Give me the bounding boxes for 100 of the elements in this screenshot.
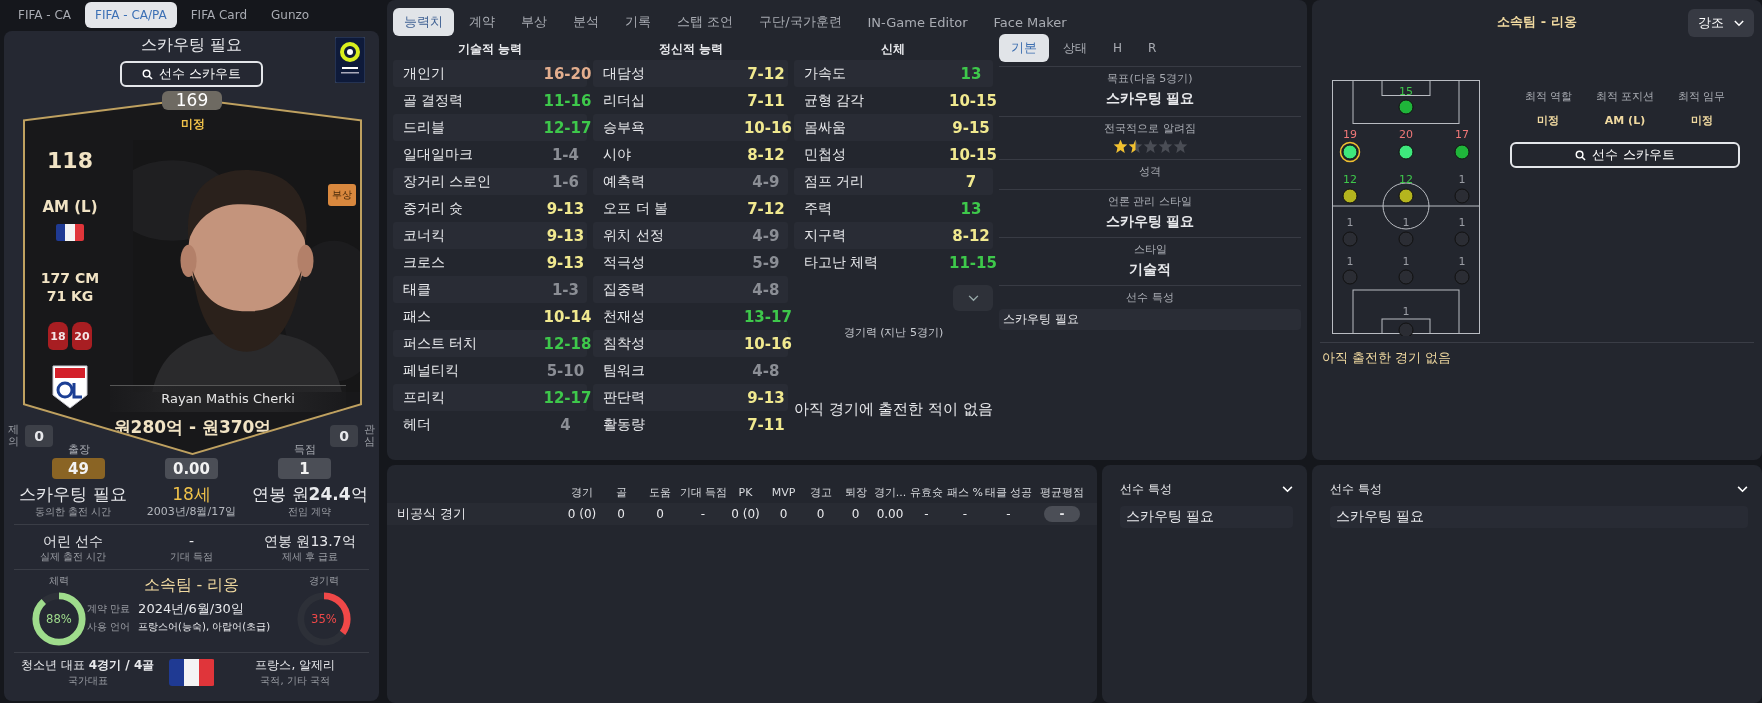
offers-count: 0 — [25, 425, 53, 448]
position-rating: 1 — [1402, 305, 1410, 318]
player-name: Rayan Mathis Cherki — [110, 385, 346, 412]
trait-item: 스카우팅 필요 — [1330, 506, 1748, 528]
france-flag-icon — [56, 224, 84, 241]
best-label: 최적 역할 — [1524, 89, 1573, 105]
ability-note: 미정 — [179, 116, 206, 133]
info-value: 어린 선수 — [42, 532, 104, 550]
column-header: MVP — [770, 485, 797, 499]
position-dot[interactable] — [1398, 231, 1414, 247]
position-dot[interactable] — [1454, 144, 1470, 160]
column-header: 기대 득점 — [680, 484, 726, 500]
position-rating: 1 — [1458, 216, 1466, 229]
attribute-name: 크로스 — [403, 253, 445, 272]
position-dot[interactable] — [1398, 144, 1414, 160]
attribute-value: 7 — [964, 172, 978, 191]
attribute-name: 균형 감각 — [803, 91, 865, 110]
view-tab[interactable]: FIFA - CA — [8, 2, 81, 28]
chevron-icon — [1734, 19, 1744, 27]
section-tab[interactable]: 스탭 조언 — [666, 8, 745, 36]
attribute-value: 8-12 — [746, 145, 786, 164]
detail-tab[interactable]: 상태 — [1051, 34, 1099, 62]
youth-caps: 청소년 대표 4경기 / 4골 — [21, 657, 155, 674]
position-rating: 1 — [1346, 216, 1354, 229]
attribute-name: 페널티킥 — [403, 361, 459, 380]
table-cell-text: 0 (0) — [566, 507, 598, 521]
expand-button[interactable] — [953, 285, 993, 311]
section-tab[interactable]: 능력치 — [393, 8, 454, 36]
column-header: 경기 — [570, 484, 594, 500]
column-header: 유효슛 — [909, 484, 944, 500]
attribute-value: 9-13 — [545, 253, 586, 272]
france-flag-icon — [168, 659, 215, 686]
attribute-name: 프리킥 — [403, 388, 445, 407]
column-header: PK — [737, 485, 754, 499]
position-dot[interactable] — [1398, 99, 1414, 115]
section-tab[interactable]: 계약 — [458, 8, 506, 36]
contract-date: 2024년/6월/30일 — [138, 600, 245, 618]
attribute-name: 태클 — [403, 280, 431, 299]
highlight-dropdown[interactable]: 강조 — [1688, 9, 1754, 37]
position-rating: 20 — [1399, 128, 1413, 141]
chevron-icon[interactable] — [1282, 486, 1293, 493]
scout-button[interactable]: 선수 스카우트 — [1510, 142, 1740, 168]
section-tab[interactable]: 기록 — [614, 8, 662, 36]
section-tab[interactable]: 부상 — [510, 8, 558, 36]
attribute-name: 민첩성 — [803, 145, 846, 164]
position-rating: 1 — [1402, 216, 1410, 229]
best-value: 미정 — [1690, 113, 1713, 129]
detail-tab[interactable]: R — [1136, 34, 1169, 62]
attribute-group-title: 기술적 능력 — [457, 41, 524, 58]
position-dot[interactable] — [1342, 188, 1358, 204]
scout-button[interactable]: 선수 스카우트 — [120, 61, 263, 87]
table-cell-text: 0.00 — [875, 507, 905, 521]
section-tab[interactable]: Face Maker — [982, 9, 1078, 35]
attribute-value: 7-12 — [746, 199, 786, 218]
position-dot[interactable] — [1398, 269, 1414, 285]
empty-message: 아직 출전한 경기 없음 — [1321, 349, 1453, 367]
ability-badge: 169 — [162, 91, 222, 110]
position-dot[interactable] — [1454, 269, 1470, 285]
height-label: 177 CM — [40, 270, 100, 287]
attribute-name: 코너킥 — [403, 226, 445, 245]
table-cell-text: 0 — [850, 507, 861, 521]
position-dot[interactable] — [1398, 188, 1414, 204]
attribute-name: 몸싸움 — [803, 118, 846, 137]
star-icon — [1157, 139, 1173, 154]
position-dot[interactable] — [1342, 231, 1358, 247]
stat-label: 득점 — [293, 442, 316, 457]
detail-tab[interactable]: 기본 — [999, 34, 1049, 62]
section-tab[interactable]: 분석 — [562, 8, 610, 36]
position-rating: 19 — [1343, 128, 1357, 141]
position-dot[interactable] — [1454, 231, 1470, 247]
info-label: 2003년/8월/17일 — [146, 505, 237, 519]
position-dot[interactable] — [1342, 269, 1358, 285]
league-logo-icon — [335, 37, 365, 83]
section-tab[interactable]: IN-Game Editor — [856, 9, 979, 35]
view-tab[interactable]: Gunzo — [261, 2, 320, 28]
view-tab[interactable]: FIFA - CA/PA — [85, 2, 177, 28]
column-header: 태클 성공 — [985, 484, 1032, 500]
attribute-value: 5-10 — [545, 361, 586, 380]
attribute-name: 판단력 — [603, 388, 646, 407]
position-dot[interactable] — [1454, 188, 1470, 204]
attribute-name: 패스 — [403, 307, 431, 326]
column-header: 경고 — [808, 484, 833, 500]
detail-tab[interactable]: H — [1101, 34, 1135, 62]
stat-label: 출장 — [67, 442, 90, 457]
value-range: 원280억 - 원370억 — [113, 416, 272, 439]
attribute-group-title: 정신적 능력 — [657, 41, 724, 58]
fitness-gauge: 88% — [30, 590, 88, 648]
info-label: 제세 후 급료 — [281, 550, 338, 564]
view-tab[interactable]: FIFA Card — [180, 2, 258, 28]
position-rating: 1 — [1346, 255, 1354, 268]
empty-message: 아직 경기에 출전한 적이 없음 — [793, 400, 993, 419]
attribute-name: 지구력 — [803, 226, 846, 245]
section-tab[interactable]: 구단/국가훈련 — [748, 8, 853, 36]
panel-title: 선수 특성 — [1120, 481, 1172, 498]
detail-label: 목표(다음 5경기) — [1107, 71, 1193, 87]
chevron-icon[interactable] — [1737, 486, 1748, 493]
position-rating: 12 — [1399, 173, 1413, 186]
attribute-name: 점프 거리 — [803, 172, 865, 191]
attribute-name: 오프 더 볼 — [603, 199, 669, 218]
form-gauge: 35% — [295, 590, 353, 648]
